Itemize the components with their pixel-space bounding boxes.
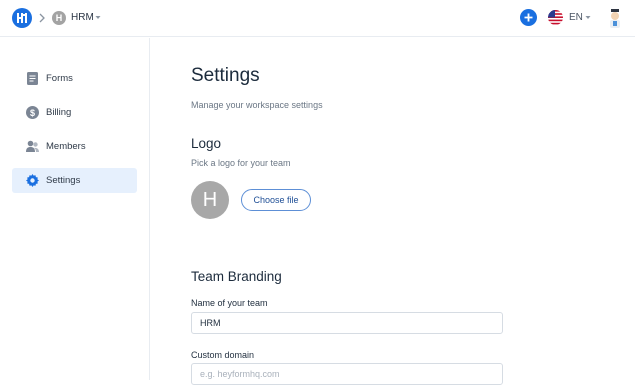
team-logo-placeholder: H	[191, 181, 229, 219]
language-code[interactable]: EN	[569, 12, 583, 23]
custom-domain-label: Custom domain	[191, 350, 255, 360]
page-subtitle: Manage your workspace settings	[191, 100, 323, 110]
document-icon	[27, 72, 38, 85]
dollar-icon: $	[26, 106, 39, 119]
plus-icon[interactable]	[520, 9, 537, 26]
sidebar-item-label: Forms	[46, 73, 73, 84]
logo-section-subtitle: Pick a logo for your team	[191, 158, 291, 168]
top-bar: H HRM EN	[0, 0, 635, 37]
gear-icon	[26, 174, 39, 187]
sidebar-item-forms[interactable]: Forms	[12, 66, 137, 91]
logo-section-title: Logo	[191, 136, 222, 151]
us-flag-icon[interactable]	[548, 10, 563, 25]
sidebar: Forms $ Billing Members Settings	[0, 38, 150, 380]
heyform-logo-icon[interactable]	[12, 8, 32, 28]
sidebar-item-label: Members	[46, 141, 86, 152]
workspace-name[interactable]: HRM	[71, 12, 94, 23]
sidebar-item-billing[interactable]: $ Billing	[12, 100, 137, 125]
page-title: Settings	[191, 65, 260, 86]
team-branding-title: Team Branding	[191, 269, 282, 284]
user-avatar-icon[interactable]	[607, 8, 623, 30]
custom-domain-field[interactable]	[191, 363, 503, 385]
svg-text:$: $	[30, 108, 35, 118]
caret-down-icon[interactable]	[95, 15, 101, 20]
sidebar-item-label: Billing	[46, 107, 72, 118]
team-name-label: Name of your team	[191, 298, 268, 308]
choose-file-button[interactable]: Choose file	[241, 189, 311, 211]
caret-down-icon[interactable]	[585, 15, 591, 20]
sidebar-item-settings[interactable]: Settings	[12, 168, 137, 193]
workspace-avatar[interactable]: H	[52, 11, 66, 25]
team-name-field[interactable]	[191, 312, 503, 334]
sidebar-item-label: Settings	[46, 175, 81, 186]
chevron-right-icon	[39, 13, 45, 23]
users-icon	[26, 140, 39, 152]
main-content: Settings Manage your workspace settings …	[151, 38, 635, 385]
sidebar-item-members[interactable]: Members	[12, 134, 137, 159]
